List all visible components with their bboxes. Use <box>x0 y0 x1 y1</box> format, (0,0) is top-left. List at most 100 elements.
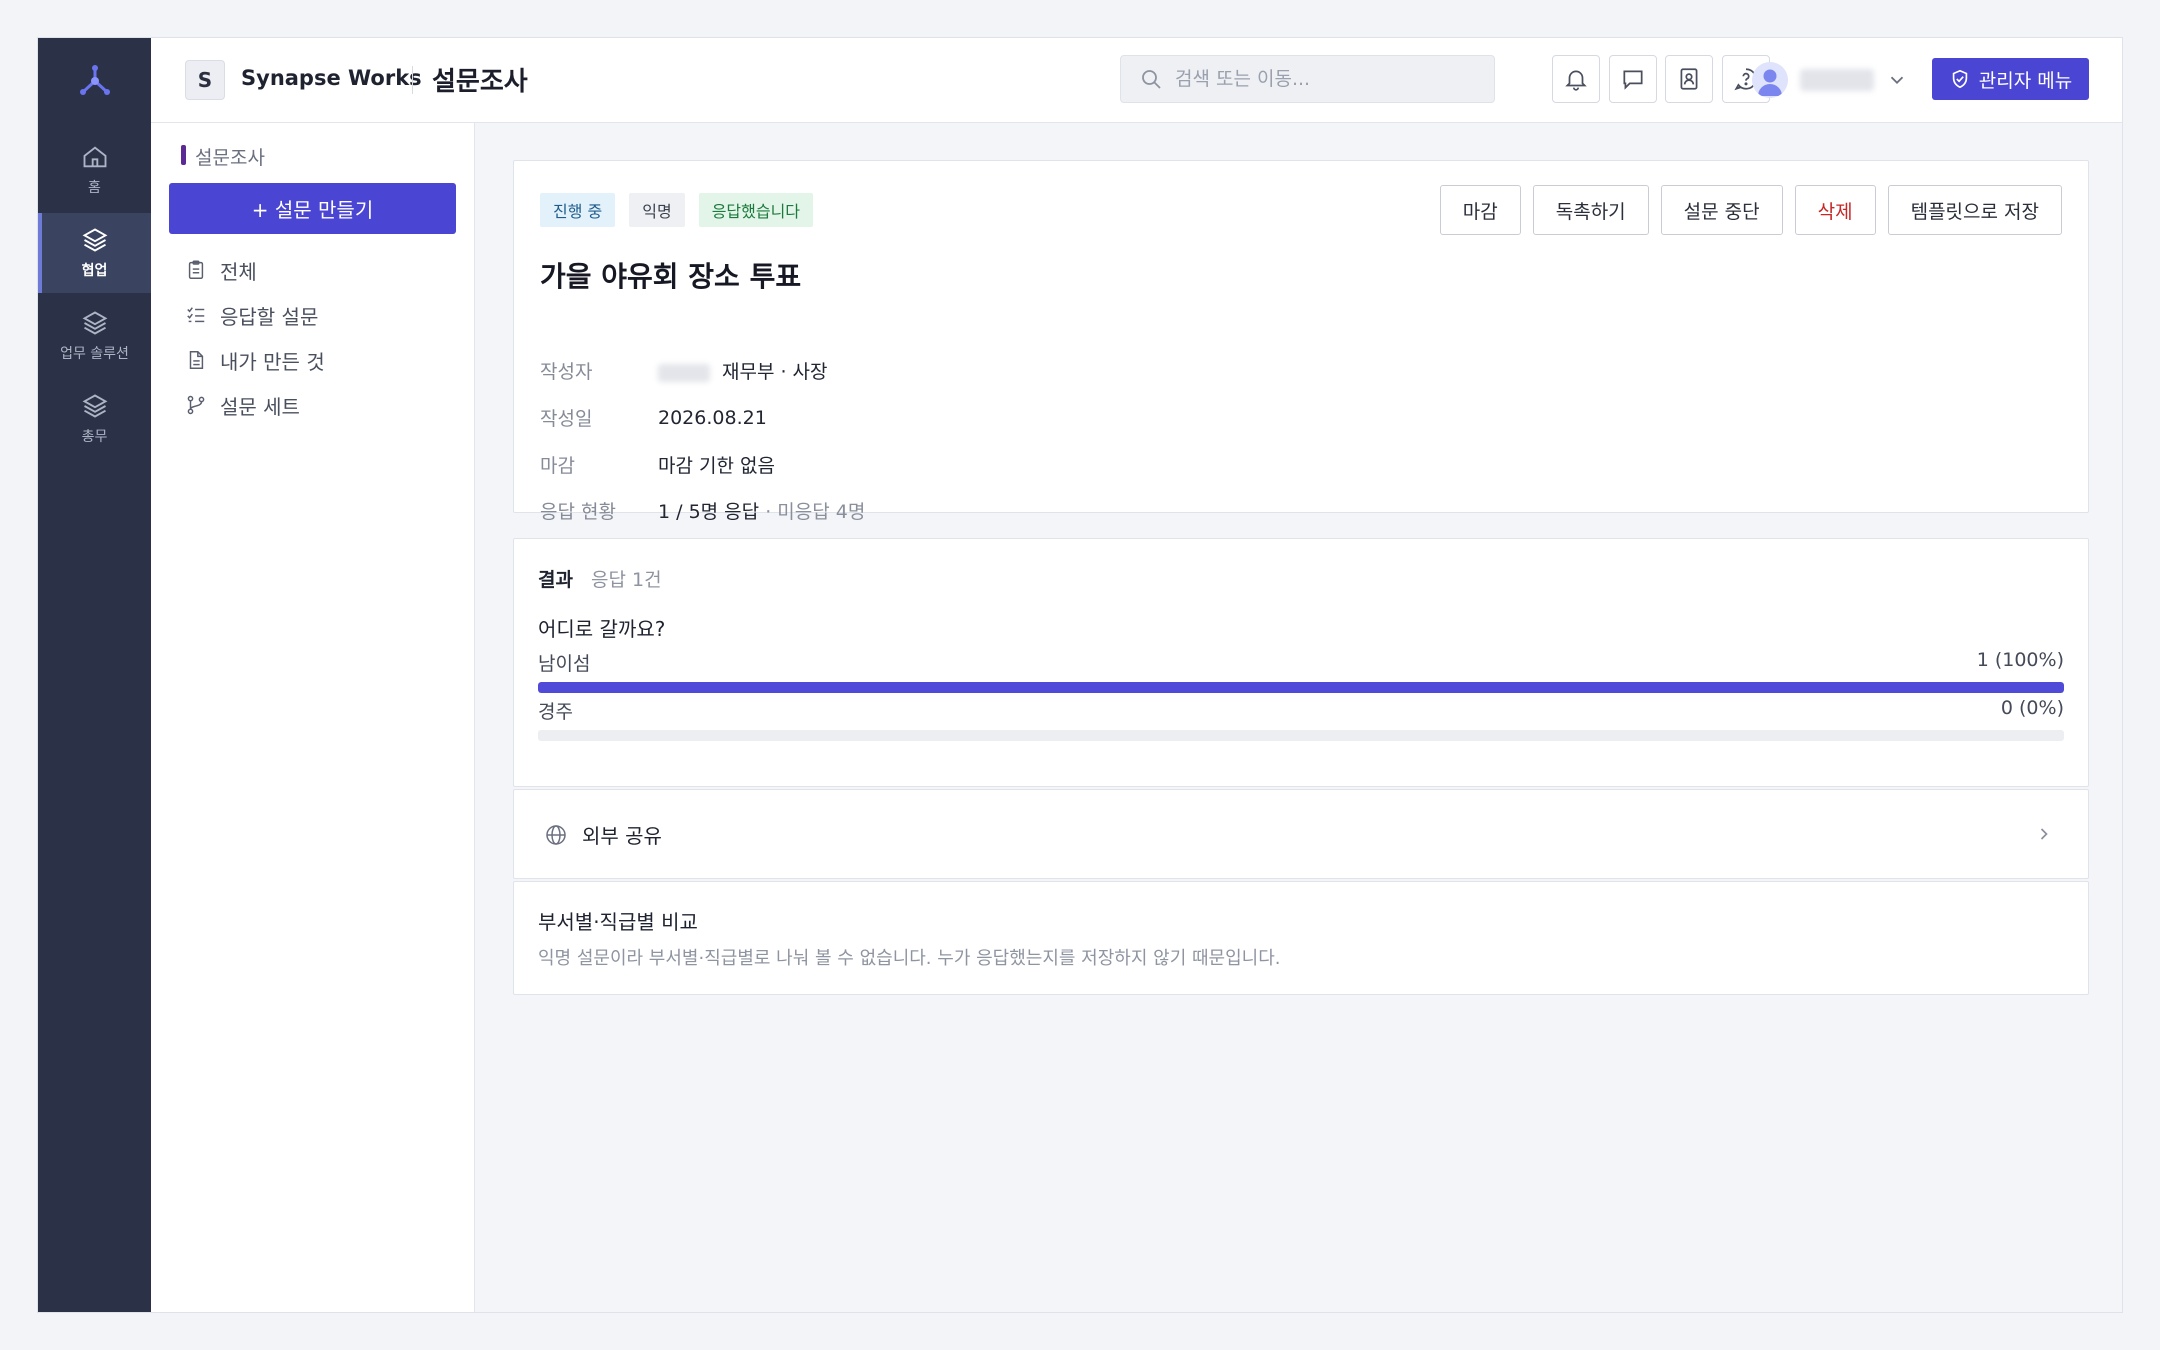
user-name-redacted[interactable] <box>1800 69 1874 91</box>
external-share-label: 외부 공유 <box>582 824 662 848</box>
top-header: S Synapse Works 설문조사 검색 또는 이동... 관리자 메뉴 <box>151 38 2122 123</box>
meta-response-status: 응답 현황 1 / 5명 응답 · 미응답 4명 <box>540 497 865 524</box>
meta-value: 재무부 · 사장 <box>658 357 828 384</box>
rail-item-label: 홈 <box>88 180 101 196</box>
result-option: 남이섬 1 (100%) <box>538 649 2064 693</box>
stop-survey-button[interactable]: 설문 중단 <box>1660 185 1783 235</box>
globe-icon <box>546 824 566 845</box>
layers-icon <box>82 228 107 252</box>
result-option: 경주 0 (0%) <box>538 697 2064 741</box>
meta-value: 2026.08.21 <box>658 406 767 429</box>
non-response-count: · 미응답 4명 <box>765 501 866 523</box>
header-divider <box>412 66 413 94</box>
admin-menu-label: 관리자 메뉴 <box>1978 69 2073 92</box>
contacts-button[interactable] <box>1665 55 1713 103</box>
author-dept: 재무부 · 사장 <box>722 361 828 383</box>
page-title: 설문조사 <box>432 67 528 97</box>
notifications-button[interactable] <box>1552 55 1600 103</box>
sidebar-item-label: 전체 <box>220 259 257 284</box>
sidebar: 설문조사 + 설문 만들기 전체 응답할 설문 내가 만든 것 설문 세트 <box>151 123 475 1312</box>
document-icon <box>189 351 204 369</box>
branch-icon <box>187 395 205 415</box>
chevron-down-icon[interactable] <box>1886 69 1908 91</box>
search-box[interactable] <box>1120 55 1495 103</box>
messages-button[interactable] <box>1609 55 1657 103</box>
comparison-title: 부서별·직급별 비교 <box>538 910 698 934</box>
option-label: 남이섬 <box>538 653 591 675</box>
home-icon <box>83 146 106 168</box>
sidebar-section-title: 설문조사 <box>181 143 265 170</box>
rail-item-label: 협업 <box>81 263 108 279</box>
rail-item-label: 총무 <box>81 429 108 445</box>
user-icon <box>1758 69 1782 96</box>
delete-button[interactable]: 삭제 <box>1794 185 1876 235</box>
meta-value: 1 / 5명 응답 · 미응답 4명 <box>658 497 865 524</box>
sidebar-item-all[interactable]: 전체 <box>185 253 257 287</box>
rail-item-general-affairs[interactable]: 총무 <box>38 379 151 459</box>
close-survey-button[interactable]: 마감 <box>1439 185 1521 235</box>
clipboard-icon <box>188 260 204 279</box>
admin-menu-button[interactable]: 관리자 메뉴 <box>1932 58 2089 100</box>
meta-label: 작성자 <box>540 361 593 383</box>
option-bar-fill <box>538 682 2064 693</box>
chevron-right-icon <box>2040 828 2048 840</box>
survey-actions: 마감 독촉하기 설문 중단 삭제 템플릿으로 저장 <box>1439 185 2062 235</box>
comparison-description: 익명 설문이라 부서별·직급별로 나눠 볼 수 없습니다. 누가 응답했는지를 … <box>538 948 1281 969</box>
workspace-badge[interactable]: S <box>185 60 225 100</box>
app-rail: 홈 협업 업무 솔루션 총무 <box>38 38 151 1312</box>
option-bar-track <box>538 682 2064 693</box>
survey-title: 가을 야유회 장소 투표 <box>540 260 802 293</box>
sidebar-item-label: 응답할 설문 <box>220 304 319 329</box>
results-title: 결과 <box>538 569 573 591</box>
meta-label: 응답 현황 <box>540 501 616 523</box>
status-badges: 진행 중 익명 응답했습니다 <box>540 193 814 227</box>
sidebar-item-label: 내가 만든 것 <box>220 349 325 374</box>
rail-item-home[interactable]: 홈 <box>38 130 151 210</box>
avatar[interactable] <box>1752 62 1788 98</box>
app-window: 홈 협업 업무 솔루션 총무 S Synapse Works 설문조사 검색 또… <box>37 37 2123 1313</box>
sidebar-item-to-answer[interactable]: 응답할 설문 <box>185 298 318 332</box>
option-value: 0 (0%) <box>2000 697 2064 719</box>
meta-value: 마감 기한 없음 <box>658 455 775 477</box>
meta-label: 작성일 <box>540 408 593 430</box>
question-text: 어디로 갈까요? <box>538 617 666 641</box>
option-value: 1 (100%) <box>1976 649 2064 671</box>
results-count: 응답 1건 <box>591 569 662 591</box>
app-logo-icon[interactable] <box>76 62 114 100</box>
sidebar-item-label: 설문 세트 <box>220 394 300 419</box>
option-label: 경주 <box>538 701 573 723</box>
results-header: 결과 응답 1건 <box>538 565 662 592</box>
checklist-icon <box>187 307 205 323</box>
dept-comparison-card: 부서별·직급별 비교 익명 설문이라 부서별·직급별로 나눠 볼 수 없습니다.… <box>513 881 2089 995</box>
layers-icon <box>82 311 107 335</box>
status-badge-in-progress: 진행 중 <box>540 193 616 227</box>
meta-author: 작성자 재무부 · 사장 <box>540 357 828 384</box>
option-bar-track <box>538 730 2064 741</box>
bell-icon <box>1565 70 1587 91</box>
rail-item-label: 업무 솔루션 <box>60 346 129 362</box>
status-badge-responded: 응답했습니다 <box>698 193 814 227</box>
workspace-name[interactable]: Synapse Works <box>241 66 422 90</box>
response-count: 1 / 5명 응답 <box>658 501 760 523</box>
external-share-row[interactable]: 외부 공유 <box>513 789 2089 879</box>
status-badge-anonymous: 익명 <box>629 193 685 227</box>
search-icon <box>1142 70 1161 89</box>
remind-button[interactable]: 독촉하기 <box>1532 185 1649 235</box>
create-survey-button[interactable]: + 설문 만들기 <box>169 183 456 234</box>
rail-item-solutions[interactable]: 업무 솔루션 <box>38 296 151 376</box>
chat-icon <box>1623 70 1643 90</box>
search-input[interactable] <box>1175 68 1475 90</box>
shield-icon <box>1952 69 1968 89</box>
meta-date: 작성일 2026.08.21 <box>540 404 767 431</box>
save-as-template-button[interactable]: 템플릿으로 저장 <box>1887 185 2062 235</box>
rail-item-collab[interactable]: 협업 <box>38 213 151 293</box>
sidebar-item-survey-sets[interactable]: 설문 세트 <box>185 388 300 422</box>
external-share-content: 외부 공유 <box>544 820 662 849</box>
author-name-redacted <box>658 363 710 382</box>
contacts-icon <box>1680 68 1698 90</box>
layers-icon <box>82 394 107 418</box>
results-card: 결과 응답 1건 어디로 갈까요? 남이섬 1 (100%) 경주 0 (0%) <box>513 538 2089 787</box>
sidebar-item-created-by-me[interactable]: 내가 만든 것 <box>185 343 325 377</box>
survey-info-card: 진행 중 익명 응답했습니다 마감 독촉하기 설문 중단 삭제 템플릿으로 저장… <box>513 160 2089 523</box>
meta-deadline: 마감 마감 기한 없음 <box>540 451 775 478</box>
